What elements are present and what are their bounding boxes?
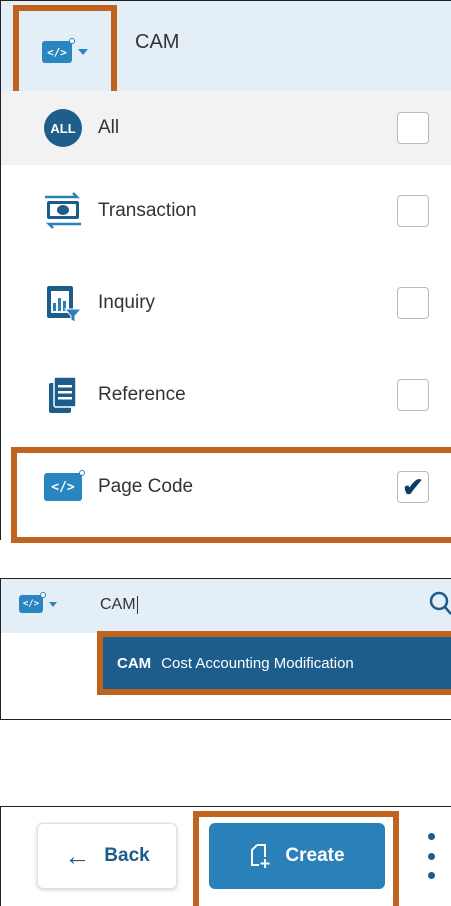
more-options-icon[interactable] — [425, 833, 437, 879]
search-result-item[interactable]: CAM Cost Accounting Modification — [97, 631, 451, 695]
reference-icon — [41, 373, 85, 417]
filter-item-inquiry[interactable]: Inquiry — [1, 257, 451, 349]
result-description: Cost Accounting Modification — [161, 654, 354, 672]
new-document-icon — [251, 844, 270, 868]
type-filter-panel: CAM </> ALL All Transaction Inquiry Refe… — [0, 0, 451, 543]
action-bar: ← Back Create — [0, 806, 451, 906]
search-bar: </> CAM — [1, 579, 451, 633]
filter-item-reference[interactable]: Reference — [1, 349, 451, 441]
filter-checkbox-all[interactable] — [397, 112, 429, 144]
screenshot-stage: CAM </> ALL All Transaction Inquiry Refe… — [0, 0, 451, 906]
inquiry-icon — [41, 281, 85, 325]
create-button-label: Create — [285, 845, 345, 866]
all-badge-icon: ALL — [41, 106, 85, 150]
text-cursor — [136, 596, 138, 614]
filter-item-label: Inquiry — [98, 292, 156, 313]
filter-checkbox-transaction[interactable] — [397, 195, 429, 227]
chevron-down-icon — [49, 601, 57, 607]
filter-item-label: Reference — [98, 384, 186, 405]
filter-item-transaction[interactable]: Transaction — [1, 165, 451, 257]
filter-item-label: All — [98, 117, 120, 138]
filter-checkbox-reference[interactable] — [397, 379, 429, 411]
back-button[interactable]: ← Back — [37, 823, 177, 889]
back-button-label: Back — [104, 845, 150, 866]
type-dropdown-button[interactable]: </> — [19, 593, 57, 613]
page-code-highlight-frame — [11, 447, 451, 543]
search-query-text: CAM — [135, 31, 180, 53]
chevron-down-icon — [78, 49, 88, 55]
arrow-left-icon: ← — [64, 841, 91, 871]
filter-checkbox-inquiry[interactable] — [397, 287, 429, 319]
filter-item-all[interactable]: ALL All — [1, 91, 451, 165]
page-code-icon: </> — [42, 39, 74, 63]
page-code-icon: </> — [19, 593, 45, 613]
search-input[interactable]: CAM — [100, 596, 138, 614]
type-dropdown-button[interactable]: </> — [13, 5, 117, 99]
search-icon[interactable] — [429, 591, 451, 615]
filter-item-label: Transaction — [98, 200, 197, 221]
result-code: CAM — [117, 654, 152, 672]
create-button[interactable]: Create — [209, 823, 385, 889]
search-result-panel: </> CAM CAM Cost Accounting Modification — [0, 578, 451, 720]
transaction-icon — [41, 189, 85, 233]
